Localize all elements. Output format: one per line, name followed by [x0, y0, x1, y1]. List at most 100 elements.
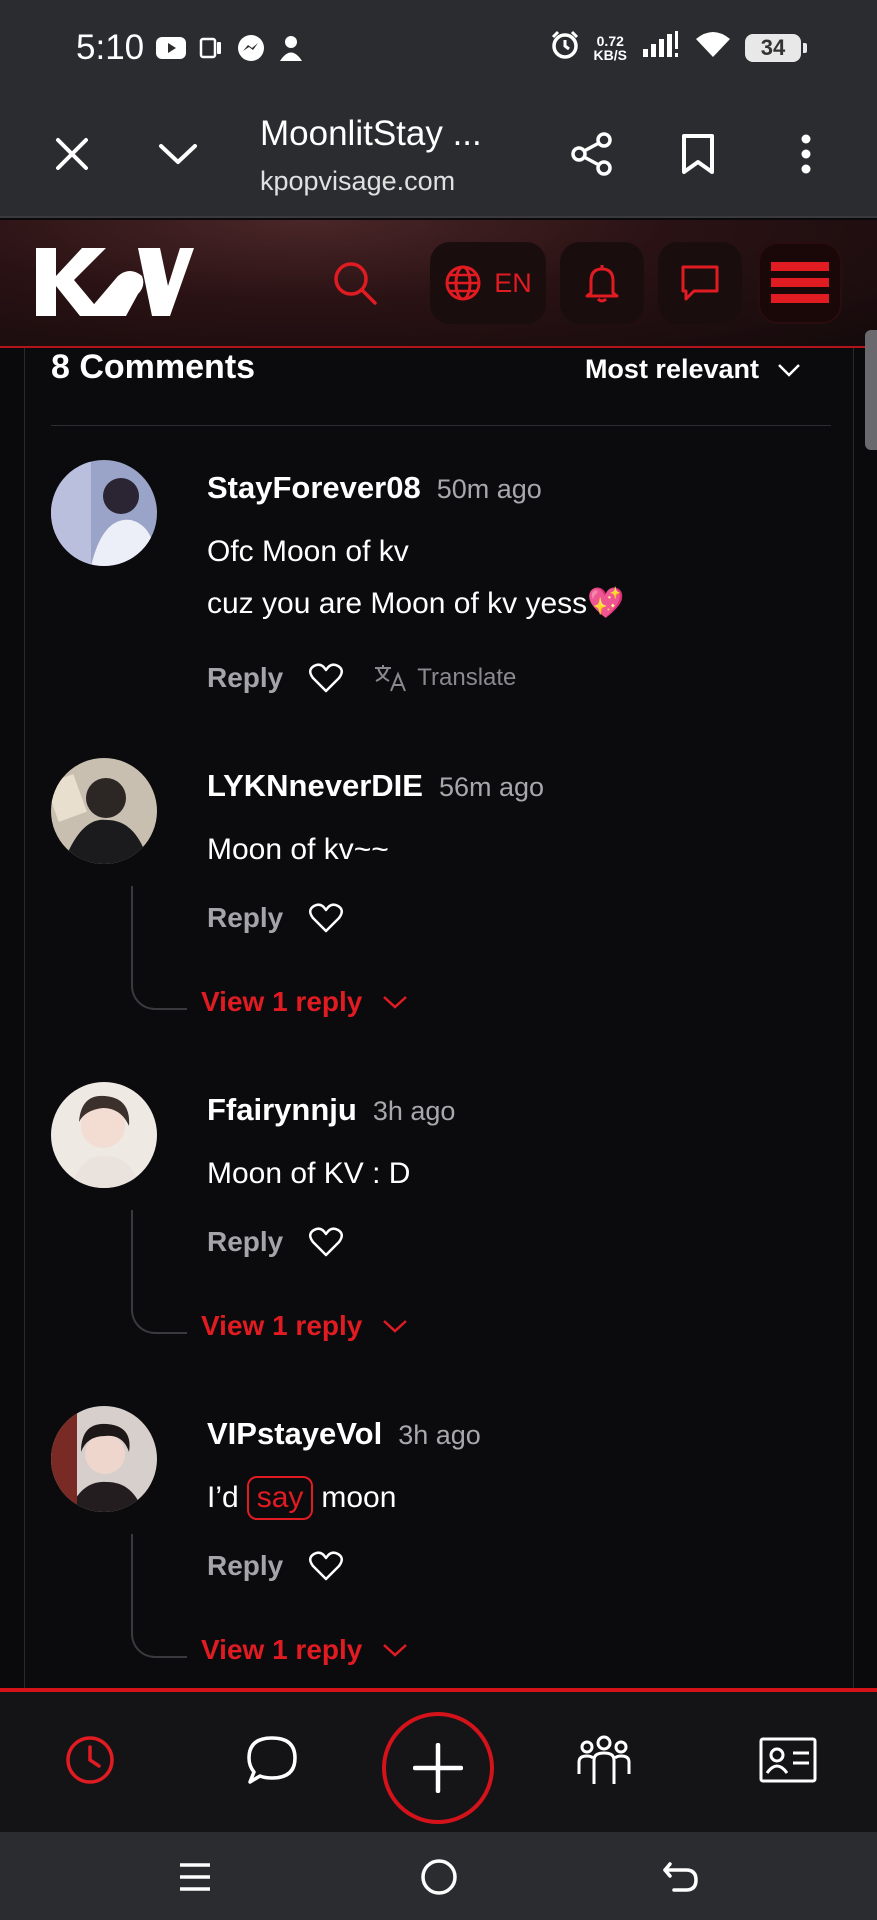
messages-button[interactable]	[658, 242, 742, 324]
reply-button[interactable]: Reply	[207, 1226, 283, 1258]
avatar[interactable]	[51, 460, 157, 566]
search-button[interactable]	[330, 258, 380, 308]
youtube-icon	[156, 34, 186, 62]
comment-time: 3h ago	[372, 1096, 456, 1126]
menu-button[interactable]	[758, 242, 842, 324]
comment-time: 3h ago	[398, 1420, 481, 1450]
notification-icons	[156, 34, 306, 62]
view-replies-label: View 1 reply	[201, 1310, 363, 1341]
person-icon	[276, 34, 306, 62]
comment-time: 50m ago	[436, 474, 542, 504]
chevron-down-icon	[383, 1644, 408, 1657]
comment-actions: Reply	[207, 1550, 344, 1582]
share-button[interactable]	[562, 124, 622, 184]
comment-text: Moon of KV : D	[207, 1148, 410, 1200]
bookmark-icon	[682, 134, 714, 174]
view-replies-button[interactable]: View 1 reply	[201, 1634, 408, 1666]
like-button[interactable]	[309, 903, 344, 933]
comment-actions: Reply	[207, 1226, 344, 1258]
reply-button[interactable]: Reply	[207, 1550, 283, 1582]
comment-username[interactable]: LYKNneverDIE 56m ago	[207, 768, 544, 804]
like-button[interactable]	[309, 1551, 344, 1581]
thread-line	[131, 1534, 187, 1658]
bookmark-button[interactable]	[668, 124, 728, 184]
comment-actions: Reply	[207, 902, 344, 934]
home-button[interactable]	[414, 1852, 464, 1902]
create-post-button[interactable]	[382, 1712, 494, 1824]
comment-line: Ofc Moon of kv	[207, 535, 409, 568]
nav-profile[interactable]	[758, 1730, 818, 1790]
sort-dropdown[interactable]: Most relevant	[585, 354, 801, 385]
avatar[interactable]	[51, 758, 157, 864]
username-text: LYKNneverDIE	[207, 768, 423, 803]
thread-line	[131, 1210, 187, 1334]
nav-recent[interactable]	[60, 1730, 120, 1790]
notifications-button[interactable]	[560, 242, 644, 324]
heart-icon	[309, 663, 344, 693]
nav-chat[interactable]	[242, 1730, 302, 1790]
chevron-down-icon	[778, 363, 800, 377]
system-icons: 0.72 KB/S 34	[550, 30, 807, 65]
like-button[interactable]	[309, 1227, 344, 1257]
signal-icon	[641, 31, 681, 64]
clock-icon	[66, 1736, 114, 1784]
site-header: EN	[0, 220, 877, 348]
comment-text-start: I’d	[207, 1481, 239, 1514]
scrollbar-thumb[interactable]	[865, 330, 877, 450]
close-tab-button[interactable]	[42, 124, 102, 184]
status-bar: 5:10 0.72 KB/S 34	[0, 0, 877, 100]
system-navigation-bar	[0, 1832, 877, 1920]
translate-label: Translate	[417, 664, 517, 691]
reply-button[interactable]: Reply	[207, 662, 283, 694]
plus-icon	[413, 1743, 463, 1793]
comment-text: Ofc Moon of kv cuz you are Moon of kv ye…	[207, 526, 625, 630]
highlighted-word[interactable]: say	[246, 1476, 314, 1520]
comment-item: LYKNneverDIE 56m ago Moon of kv~~ Reply V…	[51, 758, 831, 1058]
nav-community[interactable]	[574, 1730, 634, 1790]
battery-icon: 34	[745, 33, 807, 62]
comment-line: Moon of KV : D	[207, 1157, 411, 1190]
comment-item: StayForever08 50m ago Ofc Moon of kv cuz …	[51, 460, 831, 720]
recent-apps-button[interactable]	[170, 1852, 220, 1902]
avatar[interactable]	[51, 1406, 157, 1512]
heart-icon	[309, 1551, 344, 1581]
comment-item: VIPstayeVol 3h ago I’d say moon Reply View …	[51, 1406, 831, 1688]
hamburger-menu-icon	[771, 262, 829, 303]
site-logo[interactable]	[34, 246, 194, 323]
username-text: Ffairynnju	[207, 1092, 357, 1127]
app-icon	[196, 34, 226, 62]
alarm-icon	[550, 30, 580, 65]
back-button[interactable]	[656, 1852, 706, 1902]
comment-username[interactable]: Ffairynnju 3h ago	[207, 1092, 455, 1128]
comment-username[interactable]: VIPstayeVol 3h ago	[207, 1416, 481, 1452]
more-vertical-icon	[801, 134, 811, 174]
bell-icon	[585, 265, 619, 303]
message-icon	[681, 265, 719, 301]
comments-header: 8 Comments Most relevant	[51, 348, 831, 426]
comments-count: 8 Comments	[51, 348, 256, 386]
reply-button[interactable]: Reply	[207, 902, 283, 934]
share-icon	[571, 132, 612, 176]
page-url: kpopvisage.com	[260, 166, 456, 196]
view-replies-button[interactable]: View 1 reply	[201, 986, 408, 1018]
comment-time: 56m ago	[438, 772, 545, 802]
view-replies-button[interactable]: View 1 reply	[201, 1310, 408, 1342]
avatar[interactable]	[51, 1082, 157, 1188]
translate-icon	[375, 665, 407, 692]
minimize-button[interactable]	[148, 124, 208, 184]
more-options-button[interactable]	[776, 124, 836, 184]
chevron-down-icon	[383, 996, 408, 1009]
chevron-down-icon	[383, 1320, 408, 1333]
back-arrow-icon	[663, 1862, 698, 1892]
search-icon	[334, 262, 377, 305]
heart-icon	[309, 903, 344, 933]
translate-button[interactable]: Translate	[373, 663, 516, 693]
comment-username[interactable]: StayForever08 50m ago	[207, 470, 542, 506]
globe-icon	[445, 265, 481, 301]
like-button[interactable]	[309, 663, 344, 693]
view-replies-label: View 1 reply	[201, 986, 363, 1017]
language-selector[interactable]: EN	[430, 242, 546, 324]
chevron-down-icon	[159, 144, 197, 164]
heart-icon	[309, 1227, 344, 1257]
language-label: EN	[494, 267, 532, 298]
